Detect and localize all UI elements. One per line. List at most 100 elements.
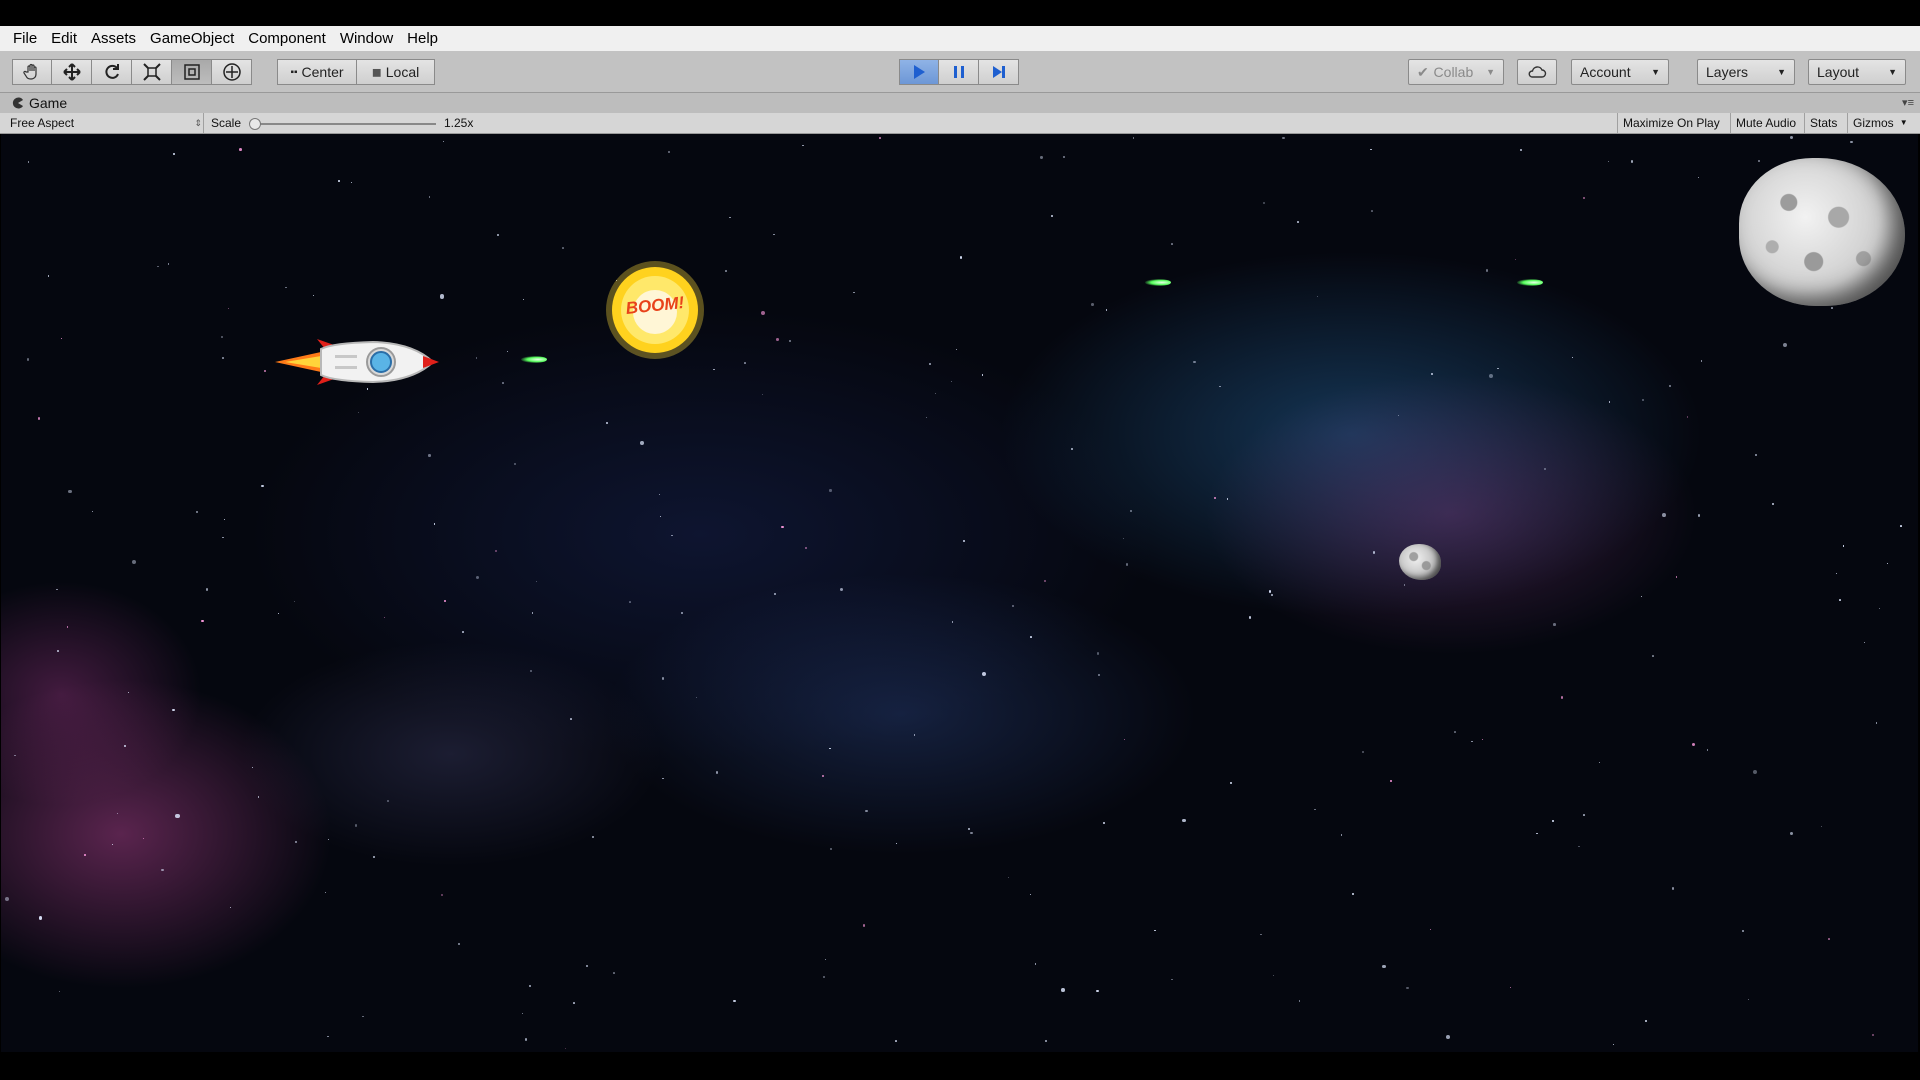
scale-slider-track[interactable] <box>254 123 436 125</box>
star <box>981 374 984 376</box>
layers-dropdown[interactable]: Layers ▼ <box>1697 59 1795 85</box>
star <box>1641 596 1643 598</box>
star <box>628 600 631 603</box>
star <box>1268 590 1272 593</box>
star <box>1599 762 1601 764</box>
star <box>955 349 957 351</box>
star <box>338 179 341 182</box>
stats-toggle[interactable]: Stats <box>1804 113 1842 133</box>
rotate-tool-button[interactable] <box>92 59 132 85</box>
star <box>715 771 719 774</box>
gizmos-dropdown[interactable]: Gizmos ▼ <box>1847 113 1912 133</box>
star <box>222 357 224 360</box>
transform-tool-button[interactable] <box>212 59 252 85</box>
star <box>496 234 499 237</box>
star <box>1612 1044 1614 1046</box>
star <box>659 493 661 496</box>
step-button[interactable] <box>979 59 1019 85</box>
star <box>1552 820 1554 822</box>
star <box>1340 833 1343 836</box>
play-button[interactable] <box>899 59 939 85</box>
collab-dropdown[interactable]: ✔ Collab ▼ <box>1408 59 1504 85</box>
game-viewport[interactable]: BOOM! <box>1 134 1918 1052</box>
collab-label: Collab <box>1433 64 1474 80</box>
star <box>264 370 267 373</box>
star <box>1481 738 1483 741</box>
explosion: BOOM! <box>605 260 705 360</box>
star <box>829 848 832 851</box>
menu-window[interactable]: Window <box>333 26 400 51</box>
star <box>312 294 314 296</box>
star <box>1260 933 1262 936</box>
mute-audio-toggle[interactable]: Mute Audio <box>1730 113 1801 133</box>
transform-tools <box>12 59 252 85</box>
star <box>1097 652 1100 655</box>
star <box>681 611 684 614</box>
menu-help[interactable]: Help <box>400 26 445 51</box>
menu-component[interactable]: Component <box>241 26 333 51</box>
space-local-button[interactable]: ◼ Local <box>357 59 435 85</box>
star <box>1090 303 1094 307</box>
move-arrows-icon <box>62 63 81 81</box>
collab-group: ✔ Collab ▼ <box>1408 59 1504 85</box>
tab-game[interactable]: Game <box>6 93 73 113</box>
star <box>441 893 444 897</box>
move-tool-button[interactable] <box>52 59 92 85</box>
maximize-on-play-toggle[interactable]: Maximize On Play <box>1617 113 1725 133</box>
scale-slider-thumb[interactable] <box>249 118 261 130</box>
star <box>506 350 509 353</box>
pause-button[interactable] <box>939 59 979 85</box>
star <box>327 1035 329 1038</box>
star <box>1397 414 1400 417</box>
star <box>239 147 243 151</box>
star <box>1132 137 1135 139</box>
cloud-button[interactable] <box>1517 59 1557 85</box>
star <box>1430 372 1434 376</box>
transform-icon <box>222 63 241 81</box>
menu-gameobject[interactable]: GameObject <box>143 26 241 51</box>
star <box>829 747 831 749</box>
star <box>475 575 480 580</box>
star <box>1630 160 1633 163</box>
aspect-dropdown[interactable]: Free Aspect ⇕ <box>10 113 202 133</box>
pivot-center-button[interactable]: ▪▪ Center <box>277 59 357 85</box>
star <box>501 382 504 384</box>
play-icon <box>914 65 925 79</box>
panel-menu-icon[interactable]: ▾≡ <box>1902 96 1914 109</box>
star <box>1034 963 1037 965</box>
star <box>157 265 159 268</box>
pivot-icon: ▪▪ <box>290 66 298 78</box>
star <box>443 600 446 603</box>
star <box>1170 978 1173 981</box>
star <box>660 515 662 517</box>
star <box>1510 986 1512 989</box>
menu-assets[interactable]: Assets <box>84 26 143 51</box>
account-dropdown[interactable]: Account ▼ <box>1571 59 1669 85</box>
star <box>117 812 119 814</box>
star <box>829 489 832 492</box>
menu-file[interactable]: File <box>6 26 44 51</box>
star <box>713 368 715 371</box>
account-group: Account ▼ <box>1571 59 1669 85</box>
star <box>959 256 962 259</box>
star <box>1007 876 1009 878</box>
scale-tool-button[interactable] <box>132 59 172 85</box>
star <box>1872 1034 1875 1036</box>
layout-dropdown[interactable]: Layout ▼ <box>1808 59 1906 85</box>
star <box>1382 965 1386 969</box>
menu-edit[interactable]: Edit <box>44 26 84 51</box>
hand-tool-button[interactable] <box>12 59 52 85</box>
star <box>1536 832 1538 835</box>
large-asteroid <box>1739 158 1905 306</box>
star <box>1126 563 1129 566</box>
laser-bolt <box>1517 279 1543 286</box>
star <box>1351 892 1354 895</box>
star <box>934 392 937 395</box>
rect-tool-button[interactable] <box>172 59 212 85</box>
star <box>57 649 59 652</box>
star <box>824 958 827 961</box>
star <box>1520 148 1523 151</box>
scale-label: Scale <box>211 116 242 130</box>
star <box>1842 545 1845 548</box>
star <box>221 335 224 338</box>
